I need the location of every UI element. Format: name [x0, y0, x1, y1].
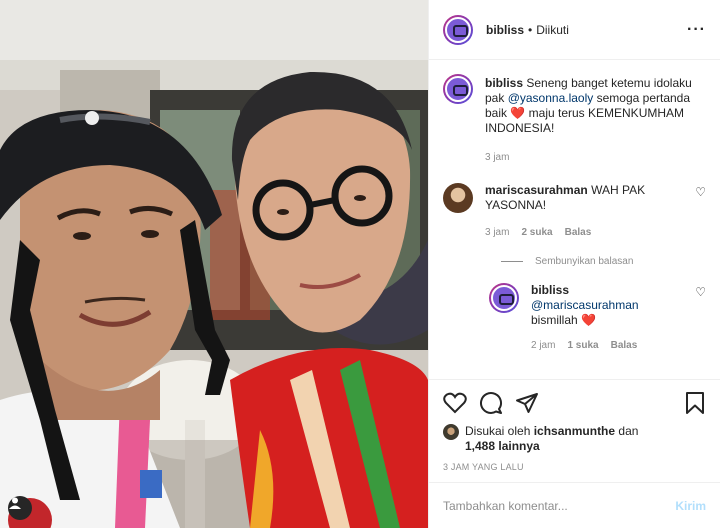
caption: bibliss Seneng banget ketemu idolaku pak… [443, 74, 706, 165]
post-photo[interactable] [0, 0, 428, 528]
caption-username[interactable]: bibliss [485, 76, 523, 90]
share-send-icon[interactable] [515, 391, 539, 415]
hide-replies-label: Sembunyikan balasan [535, 256, 634, 267]
bookmark-save-icon[interactable] [684, 391, 706, 415]
separator-dot: • [528, 22, 533, 37]
tagged-user-icon[interactable] [8, 496, 32, 520]
reply-likes[interactable]: 1 suka [567, 338, 598, 353]
reply-avatar[interactable] [489, 283, 519, 313]
heart-emoji-icon: ❤️ [510, 106, 526, 120]
comment-bubble-icon[interactable] [479, 391, 503, 415]
author-avatar[interactable] [443, 14, 473, 45]
post-side-panel: bibliss • Diikuti ··· bibliss Seneng ban… [428, 0, 720, 528]
comment-input[interactable]: Tambahkan komentar... [443, 499, 568, 513]
commenter-avatar[interactable] [443, 183, 473, 213]
liker-avatar[interactable] [443, 424, 459, 440]
comment-likes[interactable]: 2 suka [521, 225, 552, 240]
divider-line [501, 261, 523, 262]
post-actions: Disukai oleh ichsanmunthe dan 1,488 lain… [429, 379, 720, 482]
comment-composer: Tambahkan komentar... Kirim [429, 482, 720, 528]
send-comment-button[interactable]: Kirim [675, 499, 706, 513]
liked-by-user[interactable]: ichsanmunthe [534, 424, 615, 438]
reply-time[interactable]: 2 jam [531, 338, 555, 353]
comment-time[interactable]: 3 jam [485, 225, 509, 240]
post-header: bibliss • Diikuti ··· [429, 0, 720, 60]
post-timestamp[interactable]: 3 JAM YANG LALU [443, 462, 706, 482]
comments-section: bibliss Seneng banget ketemu idolaku pak… [429, 60, 720, 379]
liked-by: Disukai oleh ichsanmunthe dan 1,488 lain… [443, 424, 706, 454]
follow-status-button[interactable]: Diikuti [536, 23, 569, 37]
caption-mention[interactable]: @yasonna.laoly [508, 91, 594, 105]
reply-like-icon[interactable]: ♡ [695, 285, 706, 353]
reply-reply-button[interactable]: Balas [611, 338, 638, 353]
more-options-icon[interactable]: ··· [687, 21, 706, 39]
liked-by-count[interactable]: 1,488 lainnya [465, 439, 540, 453]
reply-mention[interactable]: @mariscasurahman [531, 298, 639, 312]
liked-by-prefix: Disukai oleh [465, 424, 531, 438]
heart-emoji-icon: ❤️ [581, 313, 596, 327]
comment-username[interactable]: mariscasurahman [485, 183, 588, 197]
instagram-post-view: bibliss • Diikuti ··· bibliss Seneng ban… [0, 0, 720, 528]
liked-by-and: dan [618, 424, 639, 438]
reply-item: bibliss @mariscasurahman bismillah ❤️ 2 … [489, 283, 706, 353]
author-username[interactable]: bibliss [486, 23, 524, 37]
reply-username[interactable]: bibliss [531, 283, 569, 297]
comment-like-icon[interactable]: ♡ [695, 185, 706, 240]
caption-time[interactable]: 3 jam [485, 150, 509, 165]
like-heart-icon[interactable] [443, 392, 467, 414]
selfie-image [0, 0, 428, 528]
hide-replies-button[interactable]: Sembunyikan balasan [501, 256, 706, 267]
caption-avatar[interactable] [443, 74, 473, 104]
reply-text: bismillah [531, 313, 578, 327]
comment-item: mariscasurahman WAH PAK YASONNA! 3 jam 2… [443, 183, 706, 240]
comment-reply-button[interactable]: Balas [565, 225, 592, 240]
